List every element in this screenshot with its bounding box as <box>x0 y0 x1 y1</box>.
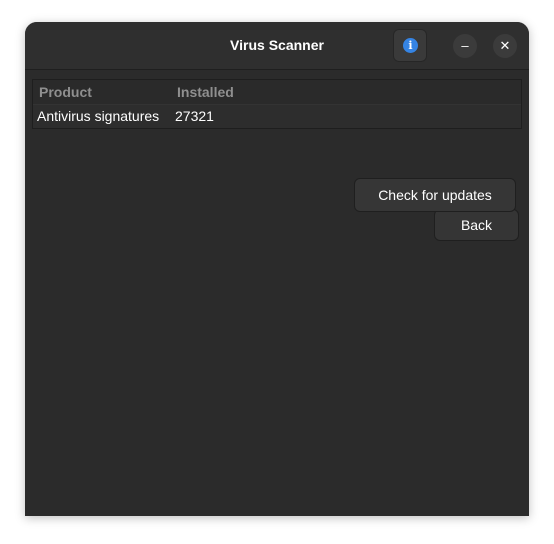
cell-product: Antivirus signatures <box>37 108 160 124</box>
close-icon: ✕ <box>499 38 511 53</box>
title-bar[interactable]: Virus Scanner i – ✕ <box>25 22 529 70</box>
app-window: Virus Scanner i – ✕ Product Installed An… <box>25 22 529 516</box>
table-row[interactable]: Antivirus signatures 27321 <box>33 105 521 128</box>
cell-installed: 27321 <box>175 108 214 124</box>
info-button[interactable]: i <box>393 29 427 62</box>
info-icon: i <box>403 38 418 53</box>
table-header: Product Installed <box>33 80 521 105</box>
signatures-table: Product Installed Antivirus signatures 2… <box>32 79 522 129</box>
close-button[interactable]: ✕ <box>493 34 517 58</box>
column-header-product[interactable]: Product <box>39 84 92 100</box>
back-button[interactable]: Back <box>434 209 519 241</box>
minimize-button[interactable]: – <box>453 34 477 58</box>
check-for-updates-button[interactable]: Check for updates <box>354 178 516 212</box>
minimize-icon: – <box>461 38 469 53</box>
column-header-installed[interactable]: Installed <box>177 84 234 100</box>
main-content: Product Installed Antivirus signatures 2… <box>25 70 529 516</box>
